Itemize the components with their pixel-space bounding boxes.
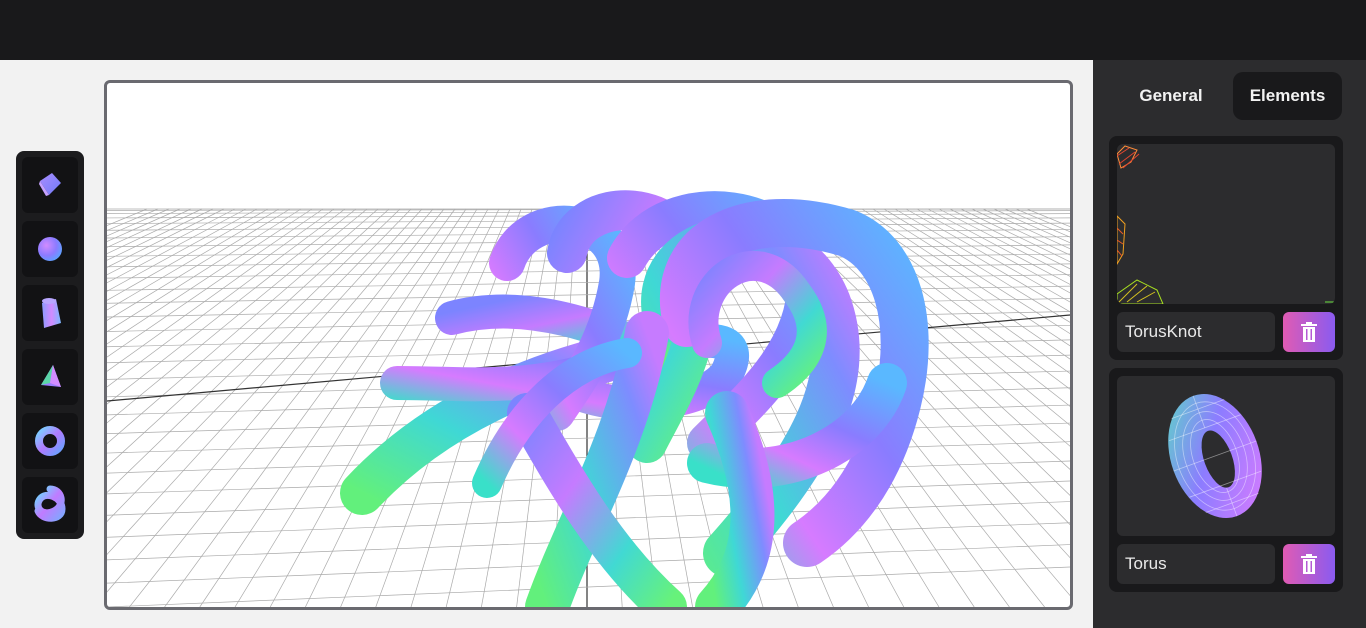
- element-card-torus: Torus: [1109, 368, 1343, 592]
- element-name-input[interactable]: Torus: [1117, 544, 1275, 584]
- torus-wireframe-thumbnail: [1168, 394, 1262, 518]
- cone-icon: [41, 365, 61, 387]
- add-cube-button[interactable]: [22, 157, 78, 213]
- trash-icon: [1301, 322, 1317, 342]
- torus-knot-icon: [34, 485, 66, 522]
- tab-general[interactable]: General: [1111, 72, 1231, 120]
- shape-toolbar: [16, 151, 84, 539]
- trash-icon: [1301, 554, 1317, 574]
- delete-element-button[interactable]: [1283, 312, 1335, 352]
- torusknot-preview: [1117, 144, 1335, 304]
- cube-icon: [39, 173, 61, 196]
- properties-panel: General Elements TorusKnot Torus: [1093, 60, 1366, 628]
- scene-viewport[interactable]: [104, 80, 1073, 610]
- delete-element-button[interactable]: [1283, 544, 1335, 584]
- top-bar: [0, 0, 1366, 60]
- add-cylinder-button[interactable]: [22, 285, 78, 341]
- torus-knot-mesh: [340, 190, 929, 607]
- add-cone-button[interactable]: [22, 349, 78, 405]
- scene-canvas[interactable]: [107, 83, 1070, 607]
- sphere-icon: [38, 237, 62, 261]
- torus-preview: [1117, 376, 1335, 536]
- torusknot-wireframe-thumbnail: [1117, 145, 1335, 304]
- cylinder-icon: [42, 298, 61, 328]
- add-sphere-button[interactable]: [22, 221, 78, 277]
- add-torus-knot-button[interactable]: [22, 477, 78, 533]
- element-name-input[interactable]: TorusKnot: [1117, 312, 1275, 352]
- element-card-torusknot: TorusKnot: [1109, 136, 1343, 360]
- add-torus-button[interactable]: [22, 413, 78, 469]
- tab-elements[interactable]: Elements: [1233, 72, 1342, 120]
- torus-icon: [35, 426, 65, 456]
